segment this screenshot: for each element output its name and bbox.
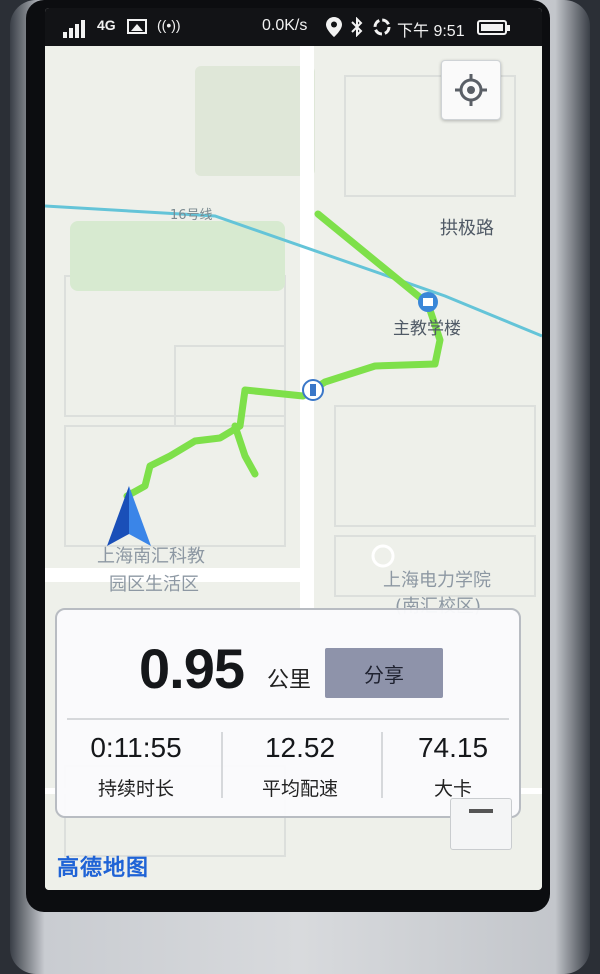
map-control-button[interactable] xyxy=(450,798,512,850)
location-icon xyxy=(326,17,342,42)
network-speed-label: 0.0K/s xyxy=(262,17,308,34)
calories-label: 大卡 xyxy=(433,778,472,800)
screen: 4G ((•)) 0.0K/s 下午 9:51 拱极路 16号线 主教学楼 上海… xyxy=(45,8,542,890)
locate-icon xyxy=(455,74,487,106)
main-building-label: 主教学楼 xyxy=(393,319,461,339)
campus-a-label-line2: 园区生活区 xyxy=(109,574,199,595)
distance-value: 0.95 xyxy=(139,637,245,700)
divider xyxy=(221,732,223,798)
status-bar: 4G ((•)) 0.0K/s 下午 9:51 xyxy=(45,8,542,46)
metro-line-label: 16号线 xyxy=(170,208,213,223)
duration-label: 持续时长 xyxy=(97,778,174,800)
divider xyxy=(381,732,383,798)
calories-value: 74.15 xyxy=(417,732,489,763)
bluetooth-icon xyxy=(350,16,364,42)
signal-icon xyxy=(63,20,87,38)
divider xyxy=(67,718,509,720)
sync-icon xyxy=(372,17,392,42)
duration-value: 0:11:55 xyxy=(90,732,182,763)
campus-a-label-line1: 上海南汇科教 xyxy=(97,546,205,567)
pace-label: 平均配速 xyxy=(261,778,338,800)
share-button[interactable]: 分享 xyxy=(325,648,443,698)
locate-button[interactable] xyxy=(441,60,501,120)
run-stats-panel: 0.95 公里 分享 0:11:55 持续时长 12.52 平均配速 74.15… xyxy=(55,608,521,818)
battery-icon xyxy=(477,20,510,35)
clock-label: 下午 9:51 xyxy=(397,23,465,40)
image-icon xyxy=(127,19,147,34)
radio-icon: ((•)) xyxy=(157,17,181,33)
metro-station-icon xyxy=(302,379,324,401)
network-type-label: 4G xyxy=(97,17,116,33)
building-icon xyxy=(418,292,438,312)
distance-unit: 公里 xyxy=(267,668,312,693)
road-label-gongji: 拱极路 xyxy=(440,218,494,239)
campus-b-label-line1: 上海电力学院 xyxy=(383,570,491,591)
amap-logo: 高德地图 xyxy=(57,856,150,881)
pace-value: 12.52 xyxy=(264,732,336,763)
